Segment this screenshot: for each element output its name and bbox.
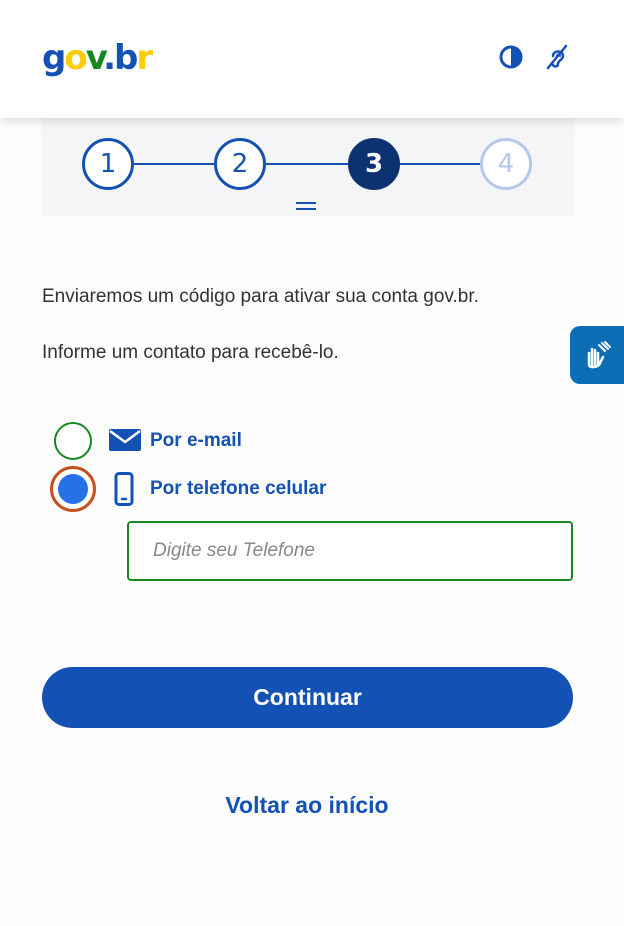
hearing-icon[interactable] <box>544 44 570 70</box>
phone-input[interactable] <box>127 521 573 581</box>
step-connector <box>134 163 214 165</box>
logo-dot: . <box>103 38 116 78</box>
mobile-phone-icon <box>114 472 134 511</box>
step-3-current: 3 <box>348 138 400 190</box>
phone-radio[interactable] <box>50 466 96 512</box>
option-email[interactable]: Por e-mail <box>50 418 470 464</box>
step-1: 1 <box>82 138 134 190</box>
logo-letter-v: v <box>85 38 105 78</box>
header: gov.br <box>0 0 624 118</box>
step-2: 2 <box>214 138 266 190</box>
progress-stepper: 1 2 3 4 <box>42 118 574 216</box>
envelope-icon <box>108 428 142 457</box>
option-phone[interactable]: Por telefone celular <box>50 466 470 512</box>
stepper-toggle-icon[interactable] <box>296 202 316 210</box>
logo-letter-o: o <box>64 38 87 78</box>
sign-language-icon <box>587 341 611 369</box>
back-to-start-link[interactable]: Voltar ao início <box>0 792 614 819</box>
step-connector <box>266 163 348 165</box>
contrast-icon[interactable] <box>498 44 524 70</box>
sign-language-button[interactable] <box>570 326 624 384</box>
instruction-text: Enviaremos um código para ativar sua con… <box>42 286 479 307</box>
govbr-logo[interactable]: gov.br <box>42 38 153 78</box>
logo-letter-r: r <box>136 38 153 78</box>
instruction-text-contact: Informe um contato para recebê-lo. <box>42 342 339 363</box>
logo-letter-b: b <box>114 38 138 78</box>
continue-button[interactable]: Continuar <box>42 667 573 728</box>
email-option-label: Por e-mail <box>150 430 242 451</box>
step-4: 4 <box>480 138 532 190</box>
email-radio[interactable] <box>54 422 92 460</box>
logo-letter-g: g <box>42 38 66 78</box>
step-connector <box>400 163 480 165</box>
phone-option-label: Por telefone celular <box>150 478 327 499</box>
